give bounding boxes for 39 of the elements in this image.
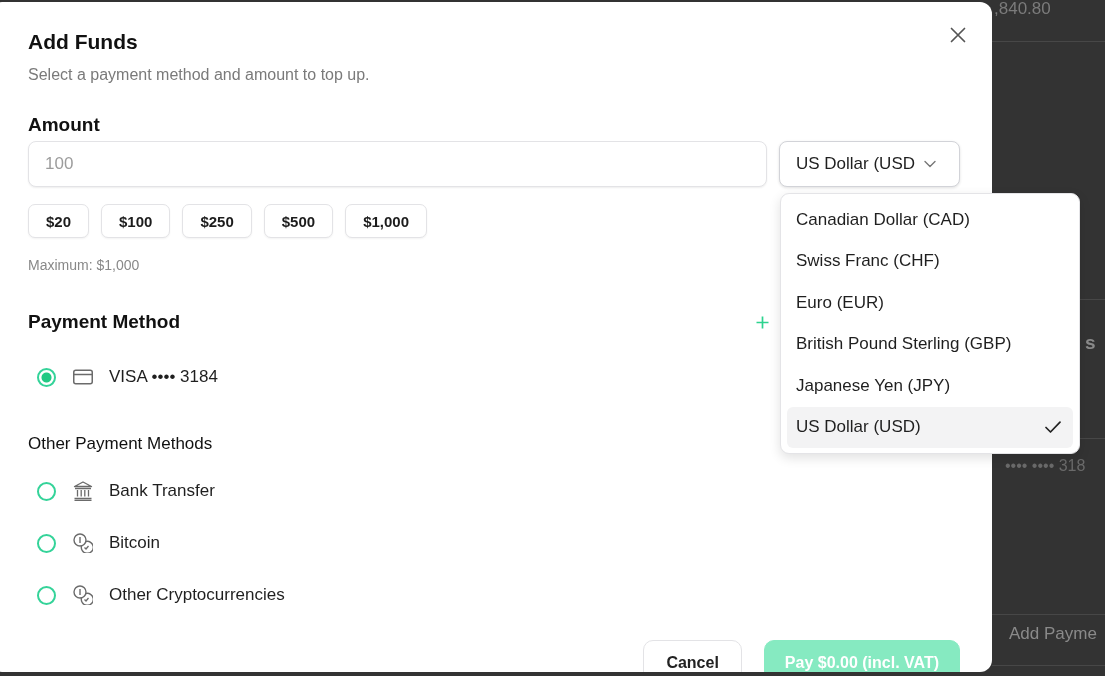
coins-icon — [73, 533, 93, 553]
radio-button[interactable] — [37, 533, 56, 553]
currency-option[interactable]: Euro (EUR) — [787, 282, 1073, 324]
radio-button[interactable] — [37, 367, 56, 387]
amount-input[interactable]: 100 — [28, 141, 767, 187]
currency-option[interactable]: Canadian Dollar (CAD) — [787, 199, 1073, 241]
other-methods-heading: Other Payment Methods — [28, 433, 213, 455]
check-icon — [1045, 421, 1061, 434]
add-payment-text: Add Payme — [1009, 624, 1097, 644]
plus-icon[interactable] — [756, 315, 769, 329]
chevron-down-icon — [924, 160, 937, 168]
amount-label: Amount — [28, 113, 100, 137]
preset-amount-button[interactable]: $1,000 — [345, 204, 428, 238]
heading-text: s — [1085, 331, 1096, 355]
payment-method-label: Bank Transfer — [109, 480, 215, 502]
bank-icon — [73, 481, 93, 501]
payment-method-label: VISA •••• 3184 — [109, 366, 218, 388]
card-icon — [73, 367, 93, 387]
radio-button[interactable] — [37, 481, 56, 501]
payment-method-label: Other Cryptocurrencies — [109, 584, 285, 606]
maximum-hint: Maximum: $1,000 — [28, 256, 140, 274]
dialog-title: Add Funds — [28, 29, 138, 55]
currency-option[interactable]: US Dollar (USD) — [787, 406, 1073, 448]
currency-option[interactable]: British Pound Sterling (GBP) — [787, 323, 1073, 365]
preset-amount-button[interactable]: $20 — [28, 204, 90, 238]
payment-method-label: Bitcoin — [109, 532, 161, 554]
payment-method-heading: Payment Method — [28, 310, 181, 334]
preset-amount-button[interactable]: $100 — [101, 204, 171, 238]
preset-amount-button[interactable]: $250 — [182, 204, 252, 238]
dialog-subtitle: Select a payment method and amount to top up. — [28, 65, 370, 85]
preset-amount-button[interactable]: $500 — [263, 204, 334, 238]
currency-select[interactable]: US Dollar (USD — [779, 141, 960, 187]
amount-text: ,840.80 — [994, 1, 1051, 16]
close-icon[interactable] — [949, 26, 967, 44]
cancel-button[interactable]: Cancel — [643, 640, 742, 672]
currency-option[interactable]: Japanese Yen (JPY) — [787, 365, 1073, 407]
currency-option[interactable]: Swiss Franc (CHF) — [787, 240, 1073, 282]
radio-button[interactable] — [37, 585, 56, 605]
coins-icon — [73, 585, 93, 605]
